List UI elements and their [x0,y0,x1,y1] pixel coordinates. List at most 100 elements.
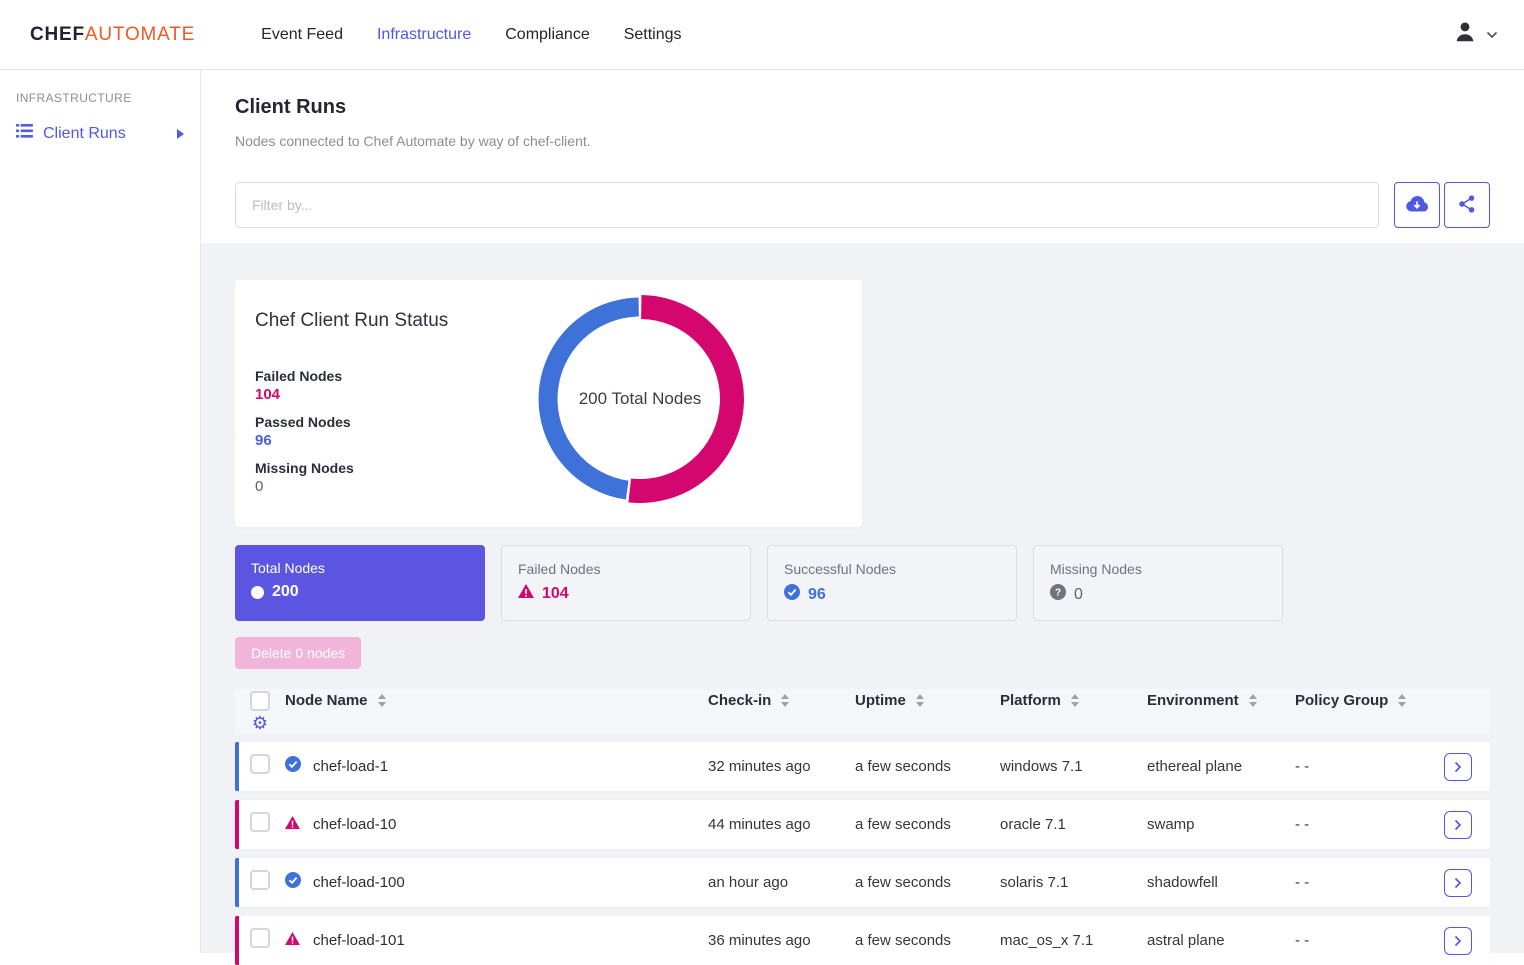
sort-icon[interactable] [1071,694,1079,707]
card-total-nodes[interactable]: Total Nodes 200 [235,545,485,621]
delete-nodes-button[interactable]: Delete 0 nodes [235,637,361,669]
failure-warning-icon [285,932,313,950]
share-button[interactable] [1444,182,1490,228]
question-circle-icon: ? [1050,584,1066,605]
table-row: chef-load-10 44 minutes ago a few second… [235,800,1490,849]
node-uptime: a few seconds [855,816,1000,833]
table-row: chef-load-100 an hour ago a few seconds … [235,858,1490,907]
node-policy-group: - - [1295,816,1425,833]
page-subtitle: Nodes connected to Chef Automate by way … [235,133,1490,149]
warning-icon [518,584,534,603]
node-checkin: 36 minutes ago [708,932,855,949]
successful-nodes-value: 96 [808,586,826,604]
sidebar-section-label: INFRASTRUCTURE [16,91,200,105]
sort-icon[interactable] [916,694,924,707]
infrastructure-sidebar: INFRASTRUCTURE Client Runs [0,70,201,953]
select-all-checkbox[interactable] [250,691,270,711]
legend-failed: Failed Nodes 104 [255,368,354,403]
nav-infrastructure[interactable]: Infrastructure [377,26,471,44]
node-checkin: 44 minutes ago [708,816,855,833]
share-icon [1457,194,1477,217]
node-name[interactable]: chef-load-1 [313,758,708,775]
row-checkbox[interactable] [250,870,270,890]
expand-arrow-icon[interactable] [177,129,184,139]
row-checkbox[interactable] [250,928,270,948]
run-status-donut-wrap: 200 Total Nodes [535,294,745,504]
column-environment[interactable]: Environment [1147,692,1295,709]
main-content: Client Runs Nodes connected to Chef Auto… [201,70,1524,953]
filter-input[interactable] [235,182,1379,228]
node-name[interactable]: chef-load-10 [313,816,708,833]
top-navigation-bar: CHEFAUTOMATE Event Feed Infrastructure C… [0,0,1524,70]
card-missing-nodes[interactable]: Missing Nodes ? 0 [1033,545,1283,621]
card-successful-nodes[interactable]: Successful Nodes 96 [767,545,1017,621]
missing-count: 0 [255,478,354,495]
circle-icon [251,586,264,599]
row-checkbox[interactable] [250,754,270,774]
column-policy-group[interactable]: Policy Group [1295,692,1425,709]
sort-icon[interactable] [781,694,789,707]
table-row: chef-load-101 36 minutes ago a few secon… [235,916,1490,965]
missing-nodes-value: 0 [1074,586,1083,604]
user-menu[interactable] [1452,19,1498,50]
node-uptime: a few seconds [855,874,1000,891]
status-cards-row: Total Nodes 200 Failed Nodes 104 Success… [235,545,1490,621]
row-detail-button[interactable] [1444,869,1472,897]
column-uptime[interactable]: Uptime [855,692,1000,709]
sort-icon[interactable] [1398,694,1406,707]
page-header-section: Client Runs Nodes connected to Chef Auto… [201,70,1524,243]
node-platform: oracle 7.1 [1000,816,1147,833]
node-name[interactable]: chef-load-100 [313,874,708,891]
column-platform[interactable]: Platform [1000,692,1147,709]
page-title: Client Runs [235,96,1490,119]
node-policy-group: - - [1295,874,1425,891]
run-status-title: Chef Client Run Status [255,310,448,332]
legend-missing: Missing Nodes 0 [255,460,354,495]
run-status-card: Chef Client Run Status Failed Nodes 104 … [235,280,862,527]
nodes-table: Node Name Check-in Uptime Platform Envir… [235,689,1490,965]
column-node-name[interactable]: Node Name [285,692,708,709]
failed-count: 104 [255,386,354,403]
node-environment: astral plane [1147,932,1295,949]
row-detail-button[interactable] [1444,927,1472,955]
card-failed-nodes[interactable]: Failed Nodes 104 [501,545,751,621]
column-check-in[interactable]: Check-in [708,692,855,709]
node-platform: solaris 7.1 [1000,874,1147,891]
node-environment: ethereal plane [1147,758,1295,775]
gear-icon: ⚙ [252,714,268,732]
content-section: Chef Client Run Status Failed Nodes 104 … [201,243,1524,953]
download-button[interactable] [1394,182,1440,228]
failure-warning-icon [285,816,313,834]
total-nodes-value: 200 [272,583,299,601]
nodes-table-header: Node Name Check-in Uptime Platform Envir… [235,689,1490,733]
legend-passed: Passed Nodes 96 [255,414,354,449]
run-status-legend: Failed Nodes 104 Passed Nodes 96 Missing… [255,368,354,506]
sidebar-item-client-runs[interactable]: Client Runs [0,118,200,149]
table-row: chef-load-1 32 minutes ago a few seconds… [235,742,1490,791]
sort-icon[interactable] [1249,694,1257,707]
primary-nav: Event Feed Infrastructure Compliance Set… [261,26,681,44]
node-uptime: a few seconds [855,932,1000,949]
filter-toolbar [235,182,1490,228]
logo-chef: CHEF [30,24,85,45]
cloud-download-icon [1404,194,1430,217]
node-platform: mac_os_x 7.1 [1000,932,1147,949]
svg-text:?: ? [1055,588,1061,599]
nav-compliance[interactable]: Compliance [505,26,589,44]
check-circle-icon [784,584,800,605]
row-detail-button[interactable] [1444,811,1472,839]
table-settings-button[interactable]: ⚙ [235,714,285,732]
node-uptime: a few seconds [855,758,1000,775]
chef-automate-logo: CHEFAUTOMATE [30,24,195,46]
sidebar-item-label: Client Runs [43,125,126,143]
nav-event-feed[interactable]: Event Feed [261,26,343,44]
list-icon [16,124,33,143]
node-name[interactable]: chef-load-101 [313,932,708,949]
node-policy-group: - - [1295,932,1425,949]
nav-settings[interactable]: Settings [624,26,682,44]
row-checkbox[interactable] [250,812,270,832]
row-detail-button[interactable] [1444,753,1472,781]
sort-icon[interactable] [378,694,386,707]
success-badge-icon [285,756,313,777]
passed-count: 96 [255,432,354,449]
